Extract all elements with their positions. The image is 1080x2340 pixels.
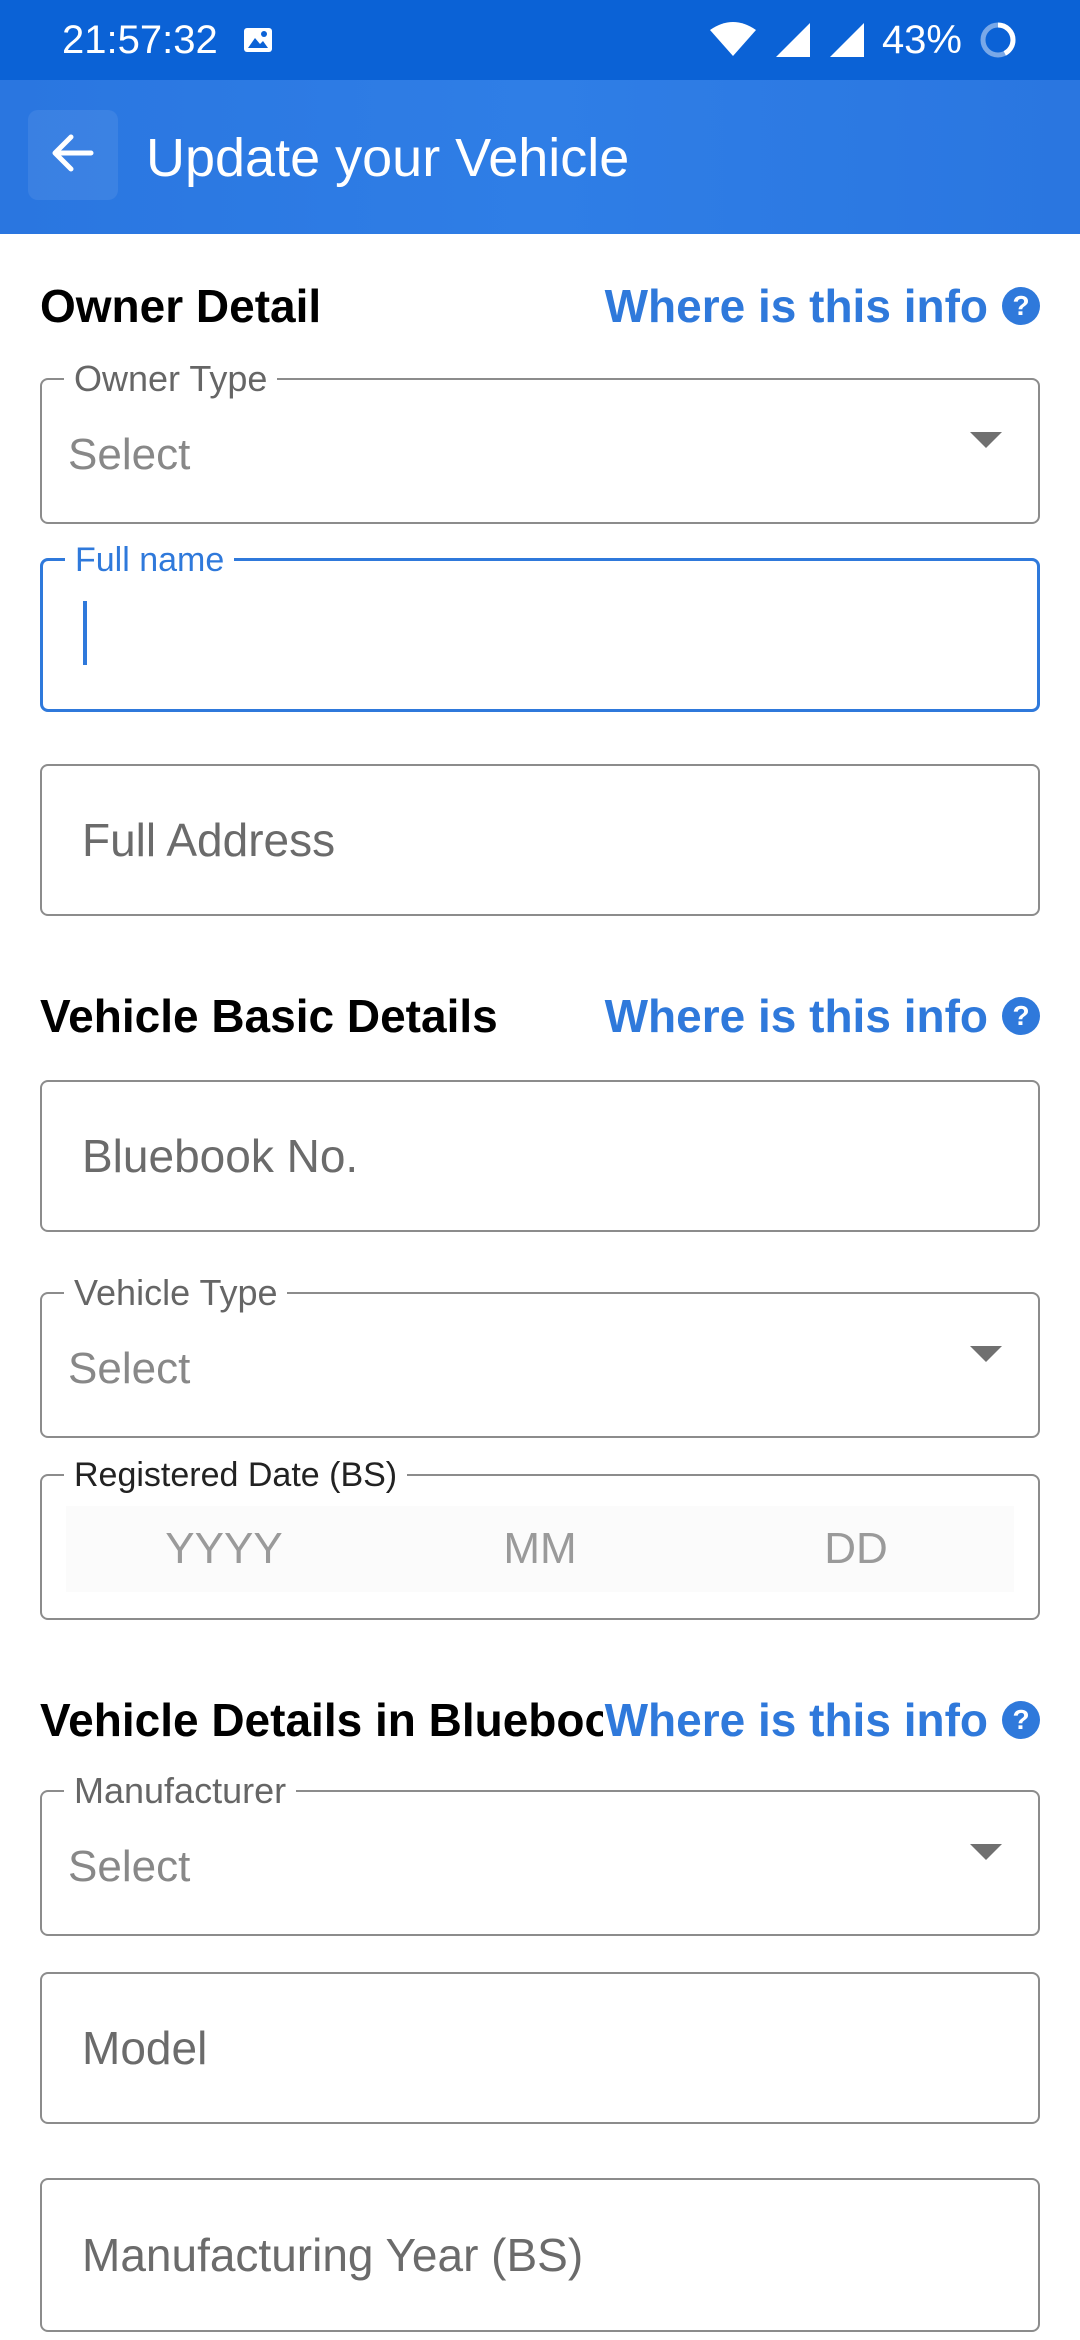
full-address-input[interactable]: Full Address (40, 764, 1040, 916)
bluebook-details-info-link[interactable]: Where is this info ? (602, 1690, 1040, 1750)
arrow-left-icon (47, 127, 99, 184)
battery-icon (978, 20, 1018, 60)
bluebook-details-header: Vehicle Details in Bluebook Where is thi… (40, 1690, 1040, 1750)
signal-icon-2 (828, 21, 866, 59)
status-time: 21:57:32 (62, 17, 218, 62)
manufacturing-year-input[interactable]: Manufacturing Year (BS) (40, 2178, 1040, 2332)
manufacturing-year-placeholder: Manufacturing Year (BS) (82, 2229, 584, 2281)
page-title: Update your Vehicle (146, 128, 630, 188)
model-input[interactable]: Model (40, 1972, 1040, 2124)
vehicle-basic-info-link[interactable]: Where is this info ? (602, 986, 1040, 1046)
owner-type-value: Select (68, 430, 191, 479)
status-left: 21:57:32 (62, 18, 274, 63)
owner-detail-title: Owner Detail (40, 280, 322, 332)
registered-date-field: Registered Date (BS) YYYY MM DD (40, 1455, 1040, 1620)
manufacturer-select[interactable]: Manufacturer Select (40, 1771, 1040, 1936)
registered-year-input[interactable]: YYYY (66, 1524, 382, 1574)
caret-down-icon (970, 1844, 1002, 1860)
bluebook-details-title: Vehicle Details in Bluebook (40, 1694, 639, 1746)
registered-month-input[interactable]: MM (382, 1524, 698, 1574)
caret-down-icon (970, 432, 1002, 448)
vehicle-basic-info-link-text: Where is this info (604, 990, 988, 1042)
owner-info-link-text: Where is this info (604, 280, 988, 332)
full-name-input[interactable]: Full name (40, 540, 1040, 712)
registered-date-row: YYYY MM DD (66, 1506, 1014, 1592)
registered-date-label: Registered Date (BS) (64, 1455, 408, 1495)
vehicle-type-label: Vehicle Type (64, 1273, 288, 1313)
full-address-placeholder: Full Address (82, 814, 336, 866)
bluebook-details-info-link-text: Where is this info (604, 1694, 988, 1746)
registered-day-input[interactable]: DD (698, 1524, 1014, 1574)
image-notification-icon (242, 24, 274, 56)
status-right: 43% (708, 18, 1018, 63)
vehicle-type-value: Select (68, 1344, 191, 1393)
vehicle-basic-header: Vehicle Basic Details Where is this info… (40, 986, 1040, 1046)
owner-type-select[interactable]: Owner Type Select (40, 359, 1040, 524)
status-bar: 21:57:32 43% (0, 0, 1080, 80)
question-circle-icon: ? (1002, 287, 1040, 325)
signal-icon-1 (774, 21, 812, 59)
bluebook-no-placeholder: Bluebook No. (82, 1130, 359, 1182)
model-placeholder: Model (82, 2022, 208, 2074)
app-bar: Update your Vehicle (0, 80, 1080, 234)
question-circle-icon: ? (1002, 1701, 1040, 1739)
vehicle-type-select[interactable]: Vehicle Type Select (40, 1273, 1040, 1438)
manufacturer-value: Select (68, 1842, 191, 1891)
back-button[interactable] (28, 110, 118, 200)
owner-info-link[interactable]: Where is this info ? (602, 276, 1040, 336)
owner-detail-header: Owner Detail Where is this info ? (40, 276, 1040, 336)
owner-type-label: Owner Type (64, 359, 278, 399)
text-cursor (83, 601, 87, 665)
full-name-label: Full name (65, 540, 235, 580)
caret-down-icon (970, 1346, 1002, 1362)
vehicle-basic-title: Vehicle Basic Details (40, 990, 498, 1042)
question-circle-icon: ? (1002, 997, 1040, 1035)
wifi-icon (708, 20, 758, 60)
battery-percent: 43% (881, 17, 962, 62)
bluebook-no-input[interactable]: Bluebook No. (40, 1080, 1040, 1232)
manufacturer-label: Manufacturer (64, 1771, 297, 1811)
